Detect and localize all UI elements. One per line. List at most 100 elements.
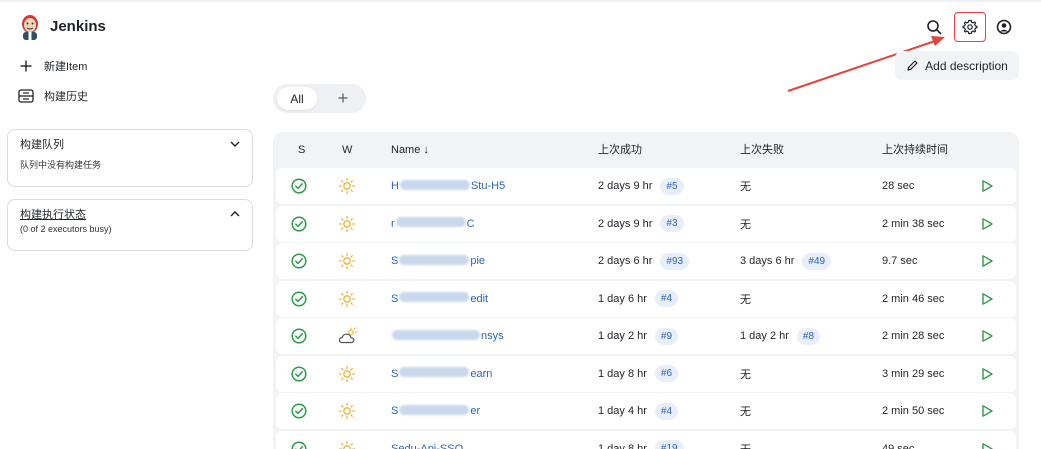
job-name-link[interactable]: nsys xyxy=(391,318,504,354)
last-duration: 2 min 50 sec xyxy=(882,405,945,417)
build-now-button[interactable] xyxy=(980,356,994,392)
header-name[interactable]: Name ↓ xyxy=(391,132,429,168)
job-name-link[interactable]: Sedu-Api-SSO xyxy=(391,431,463,449)
success-status-icon xyxy=(291,281,307,317)
last-success-build-link[interactable]: #9 xyxy=(654,327,679,345)
sunny-weather-icon xyxy=(338,168,356,204)
build-queue-header[interactable]: 构建队列 xyxy=(8,130,252,158)
last-failure-time: 无 xyxy=(740,293,751,306)
last-failure-cell: 无 xyxy=(740,206,751,242)
redaction-blur xyxy=(399,254,470,265)
build-queue-empty-text: 队列中没有构建任务 xyxy=(20,160,102,170)
build-queue-title: 构建队列 xyxy=(20,139,64,151)
gear-icon[interactable] xyxy=(954,12,986,42)
build-now-button[interactable] xyxy=(980,281,994,317)
jenkins-logo[interactable] xyxy=(18,14,42,40)
job-name-link[interactable]: Searn xyxy=(391,356,492,392)
last-success-cell: 1 day 2 hr #9 xyxy=(598,318,679,354)
success-status-icon xyxy=(291,356,307,392)
header-last-failure[interactable]: 上次失败 xyxy=(740,132,784,168)
last-success-build-link[interactable]: #19 xyxy=(654,440,684,449)
build-now-button[interactable] xyxy=(980,206,994,242)
last-success-time: 1 day 8 hr xyxy=(598,442,647,449)
table-row: H Stu-H5 2 days 9 hr #5 无 28 sec xyxy=(276,168,1016,204)
add-description-button[interactable]: Add description xyxy=(895,51,1019,80)
last-duration: 2 min 28 sec xyxy=(882,330,945,342)
build-now-button[interactable] xyxy=(980,168,994,204)
job-name-prefix: S xyxy=(391,405,399,417)
build-queue-panel: 构建队列 队列中没有构建任务 xyxy=(7,129,253,187)
plus-icon xyxy=(18,58,34,74)
last-success-time: 1 day 6 hr xyxy=(598,292,647,305)
last-failure-time: 无 xyxy=(740,406,751,418)
redaction-blur xyxy=(399,367,470,377)
nav-build-history[interactable]: 构建历史 xyxy=(18,87,88,105)
job-name-suffix: Stu-H5 xyxy=(470,180,506,192)
job-name-link[interactable]: Sedit xyxy=(391,281,488,317)
table-row: Ser 1 day 4 hr #4 无 2 min 50 sec xyxy=(276,393,1016,429)
redacted-name xyxy=(399,179,471,193)
last-failure-cell: 无 xyxy=(740,431,751,449)
last-success-build-link[interactable]: #4 xyxy=(654,402,679,420)
executors-title[interactable]: 构建执行状态 xyxy=(20,206,86,222)
success-status-icon xyxy=(291,243,307,279)
view-tabs: All xyxy=(273,84,366,113)
job-name-suffix: er xyxy=(470,405,481,417)
last-success-build-link[interactable]: #93 xyxy=(660,252,690,270)
job-name-link[interactable]: Spie xyxy=(391,243,485,279)
last-success-time: 2 days 9 hr xyxy=(598,217,653,230)
last-failure-cell: 无 xyxy=(740,356,751,392)
last-success-build-link[interactable]: #5 xyxy=(660,177,684,195)
build-now-button[interactable] xyxy=(980,243,994,279)
last-failure-time: 无 xyxy=(740,368,751,381)
search-icon[interactable] xyxy=(918,12,950,42)
chevron-down-icon[interactable] xyxy=(230,139,240,149)
last-duration: 2 min 38 sec xyxy=(882,217,945,230)
last-failure-cell: 无 xyxy=(740,393,751,429)
app-title[interactable]: Jenkins xyxy=(50,18,106,35)
last-failure-build-link[interactable]: #49 xyxy=(802,252,832,270)
header-weather[interactable]: W xyxy=(342,132,352,168)
nav-new-item[interactable]: 新建Item xyxy=(18,57,87,75)
redaction-blur xyxy=(395,217,466,227)
last-failure-build-link[interactable]: #8 xyxy=(796,327,821,345)
last-success-build-link[interactable]: #4 xyxy=(654,290,679,307)
executors-status-text: (0 of 2 executors busy) xyxy=(20,224,112,234)
last-failure-cell: 无 xyxy=(740,281,751,317)
last-failure-time: 3 days 6 hr xyxy=(740,255,795,267)
last-failure-time: 1 day 2 hr xyxy=(740,330,789,342)
job-name-link[interactable]: Ser xyxy=(391,393,480,429)
last-success-time: 1 day 2 hr xyxy=(598,330,647,342)
job-name-link[interactable]: H Stu-H5 xyxy=(391,168,505,204)
chevron-up-icon[interactable] xyxy=(230,209,240,219)
build-now-button[interactable] xyxy=(980,318,994,354)
last-failure-time: 无 xyxy=(740,181,751,193)
tab-all[interactable]: All xyxy=(277,87,317,110)
success-status-icon xyxy=(291,206,307,242)
header-last-duration[interactable]: 上次持续时间 xyxy=(882,132,948,168)
header-status[interactable]: S xyxy=(298,132,305,168)
last-success-build-link[interactable]: #3 xyxy=(660,215,684,232)
add-view-button[interactable] xyxy=(333,88,353,108)
last-success-time: 2 days 6 hr xyxy=(598,255,653,267)
table-row: Sedu-Api-SSO 1 day 8 hr #19 无 49 sec xyxy=(276,430,1016,449)
last-success-build-link[interactable]: #6 xyxy=(654,365,679,382)
play-icon xyxy=(982,217,993,230)
last-success-time: 1 day 4 hr xyxy=(598,405,647,417)
header-last-success[interactable]: 上次成功 xyxy=(598,132,642,168)
job-name-prefix: S xyxy=(391,292,399,305)
last-success-cell: 1 day 8 hr #19 xyxy=(598,431,684,449)
build-now-button[interactable] xyxy=(980,393,994,429)
job-name-suffix: C xyxy=(466,217,475,230)
user-icon[interactable] xyxy=(988,12,1020,42)
redacted-name xyxy=(391,329,481,343)
job-name-prefix: S xyxy=(391,255,399,267)
table-row: rC 2 days 9 hr #3 无 2 min 38 sec xyxy=(276,205,1016,242)
job-name-link[interactable]: rC xyxy=(391,206,475,242)
redacted-name xyxy=(398,404,470,418)
redaction-blur xyxy=(392,329,480,340)
last-success-time: 2 days 9 hr xyxy=(598,180,653,192)
build-now-button[interactable] xyxy=(980,431,994,449)
redaction-blur xyxy=(399,179,470,190)
table-row: nsys 1 day 2 hr #9 1 day 2 hr #8 2 min 28 … xyxy=(276,318,1016,354)
